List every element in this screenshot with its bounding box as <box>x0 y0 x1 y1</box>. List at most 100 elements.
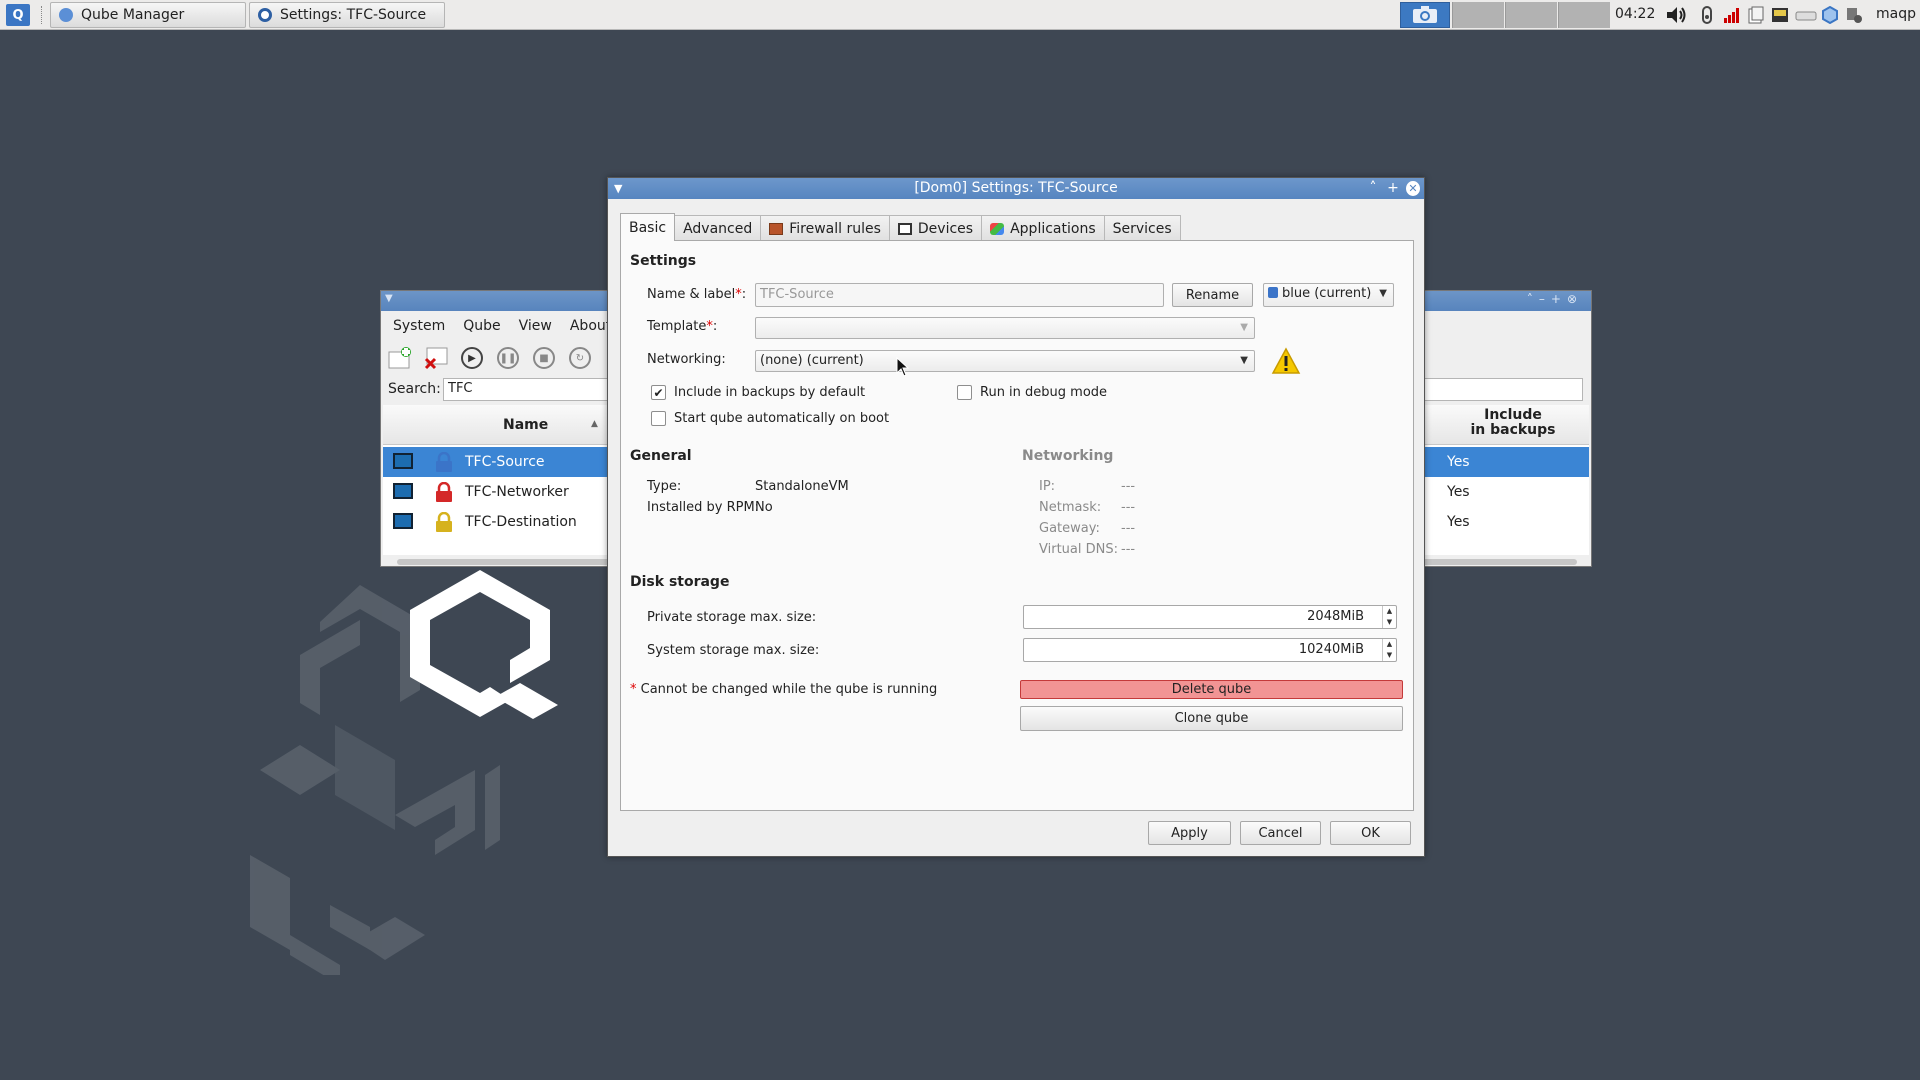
tab-label: Firewall rules <box>789 220 881 237</box>
qube-name: TFC-Destination <box>465 514 577 530</box>
column-include-backups[interactable]: Include in backups <box>1443 408 1583 438</box>
menu-system[interactable]: System <box>393 318 445 334</box>
window-menu-icon[interactable]: ▼ <box>614 178 622 199</box>
system-storage-value: 10240MiB <box>1298 642 1364 657</box>
tab-basic[interactable]: Basic <box>620 213 676 241</box>
apply-button[interactable]: Apply <box>1148 821 1231 845</box>
type-value: StandaloneVM <box>755 479 849 494</box>
netmask-caption: Netmask: <box>1039 500 1102 515</box>
chevron-down-icon: ▼ <box>1240 322 1248 333</box>
tab-firewall-rules[interactable]: Firewall rules <box>760 215 890 241</box>
remove-qube-button[interactable] <box>423 345 449 371</box>
qube-backups: Yes <box>1447 484 1470 500</box>
qube-manager-toolbar: ▶ ❚❚ ■ ↻ <box>387 341 593 375</box>
clipboard-icon[interactable] <box>1746 4 1766 26</box>
clone-qube-button[interactable]: Clone qube <box>1020 706 1403 731</box>
updates-icon[interactable] <box>1844 4 1864 26</box>
include-backups-label: Include in backups by default <box>674 385 866 400</box>
pause-qube-button[interactable]: ❚❚ <box>495 345 521 371</box>
networking-caption: Networking: <box>647 352 726 367</box>
minimize-icon[interactable]: ˄ <box>1366 178 1380 199</box>
taskbar-item-qube-manager[interactable]: Qube Manager <box>50 2 246 28</box>
network-signal-icon[interactable] <box>1722 4 1742 26</box>
close-icon[interactable]: ✕ <box>1406 181 1420 196</box>
window-controls-icon[interactable]: ˄–+⊗ <box>1527 292 1583 306</box>
menu-qube[interactable]: Qube <box>463 318 500 334</box>
required-marker: * <box>630 682 637 697</box>
settings-dialog: ▼ [Dom0] Settings: TFC-Source ˄ + ✕ Basi… <box>607 177 1425 857</box>
restart-icon: ↻ <box>569 347 591 369</box>
system-storage-caption: System storage max. size: <box>647 643 820 658</box>
spin-arrows-icon[interactable]: ▲ ▼ <box>1382 639 1396 661</box>
workspace-3[interactable] <box>1505 2 1557 28</box>
name-label-caption: Name & label*: <box>647 287 747 302</box>
debug-mode-checkbox[interactable]: Run in debug mode <box>957 385 1107 400</box>
name-label-text: Name & label <box>647 287 736 302</box>
start-qube-button[interactable]: ▶ <box>459 345 485 371</box>
search-label: Search: <box>388 381 441 397</box>
ip-value: --- <box>1121 479 1136 494</box>
tab-advanced[interactable]: Advanced <box>674 215 762 241</box>
pause-icon: ❚❚ <box>497 347 519 369</box>
rename-button[interactable]: Rename <box>1172 283 1253 307</box>
devices-icon[interactable] <box>1770 4 1790 26</box>
private-storage-spinbox[interactable]: 2048MiB ▲ ▼ <box>1023 605 1397 629</box>
lock-icon <box>436 452 452 472</box>
user-name[interactable]: maqp <box>1876 6 1916 22</box>
delete-qube-button[interactable]: Delete qube <box>1020 680 1403 699</box>
settings-heading: Settings <box>630 253 697 269</box>
qube-backups: Yes <box>1447 454 1470 470</box>
dialog-titlebar[interactable]: ▼ [Dom0] Settings: TFC-Source ˄ + ✕ <box>608 178 1424 199</box>
clock[interactable]: 04:22 <box>1615 6 1655 22</box>
system-storage-spinbox[interactable]: 10240MiB ▲ ▼ <box>1023 638 1397 662</box>
chevron-down-icon: ▼ <box>1240 355 1248 366</box>
sort-ascending-icon: ▲ <box>591 419 598 429</box>
label-select[interactable]: blue (current) ▼ <box>1263 283 1394 307</box>
restart-qube-button[interactable]: ↻ <box>567 345 593 371</box>
label-value: blue (current) <box>1282 286 1372 301</box>
tab-devices[interactable]: Devices <box>888 215 983 241</box>
workspace-2[interactable] <box>1452 2 1504 28</box>
column-name[interactable]: Name <box>503 417 548 433</box>
template-label-text: Template <box>647 319 707 334</box>
screenshot-icon[interactable] <box>1400 2 1450 28</box>
taskbar-separator <box>41 6 43 24</box>
template-select[interactable]: ▼ <box>755 317 1255 339</box>
ok-button[interactable]: OK <box>1330 821 1411 845</box>
cancel-button[interactable]: Cancel <box>1240 821 1321 845</box>
tab-services[interactable]: Services <box>1103 215 1181 241</box>
qubes-menu-icon[interactable]: Q <box>6 4 30 26</box>
warning-icon <box>1271 347 1301 374</box>
window-menu-icon[interactable]: ▼ <box>385 293 393 304</box>
create-qube-button[interactable] <box>387 345 413 371</box>
autostart-checkbox[interactable]: Start qube automatically on boot <box>651 411 889 426</box>
tab-label: Devices <box>917 220 974 237</box>
qube-name-field[interactable]: TFC-Source <box>755 283 1164 307</box>
stop-qube-button[interactable]: ■ <box>531 345 557 371</box>
checkbox-box <box>957 385 972 400</box>
private-storage-caption: Private storage max. size: <box>647 610 817 625</box>
autostart-label: Start qube automatically on boot <box>674 411 890 426</box>
menu-view[interactable]: View <box>519 318 552 334</box>
applications-icon <box>990 222 1005 235</box>
maximize-icon[interactable]: + <box>1386 178 1400 199</box>
networking-select[interactable]: (none) (current) ▼ <box>755 350 1255 372</box>
debug-mode-label: Run in debug mode <box>980 385 1108 400</box>
stop-icon: ■ <box>533 347 555 369</box>
taskbar-item-settings[interactable]: Settings: TFC-Source <box>249 2 445 28</box>
volume-icon[interactable] <box>1664 4 1688 26</box>
qube-name: TFC-Source <box>465 454 545 470</box>
mouse-cursor-icon <box>896 357 910 377</box>
include-backups-checkbox[interactable]: ✔ Include in backups by default <box>651 385 865 400</box>
checkbox-box <box>651 411 666 426</box>
taskbar-item-label: Settings: TFC-Source <box>280 7 427 23</box>
qubes-domains-icon[interactable] <box>1820 4 1840 26</box>
spin-arrows-icon[interactable]: ▲ ▼ <box>1382 606 1396 628</box>
drive-icon[interactable] <box>1794 4 1818 26</box>
power-icon[interactable] <box>1698 4 1716 26</box>
workspace-4[interactable] <box>1558 2 1610 28</box>
menu-about[interactable]: About <box>570 318 611 334</box>
ip-caption: IP: <box>1039 479 1056 494</box>
rpm-caption: Installed by RPM: <box>647 500 760 515</box>
tab-applications[interactable]: Applications <box>981 215 1105 241</box>
